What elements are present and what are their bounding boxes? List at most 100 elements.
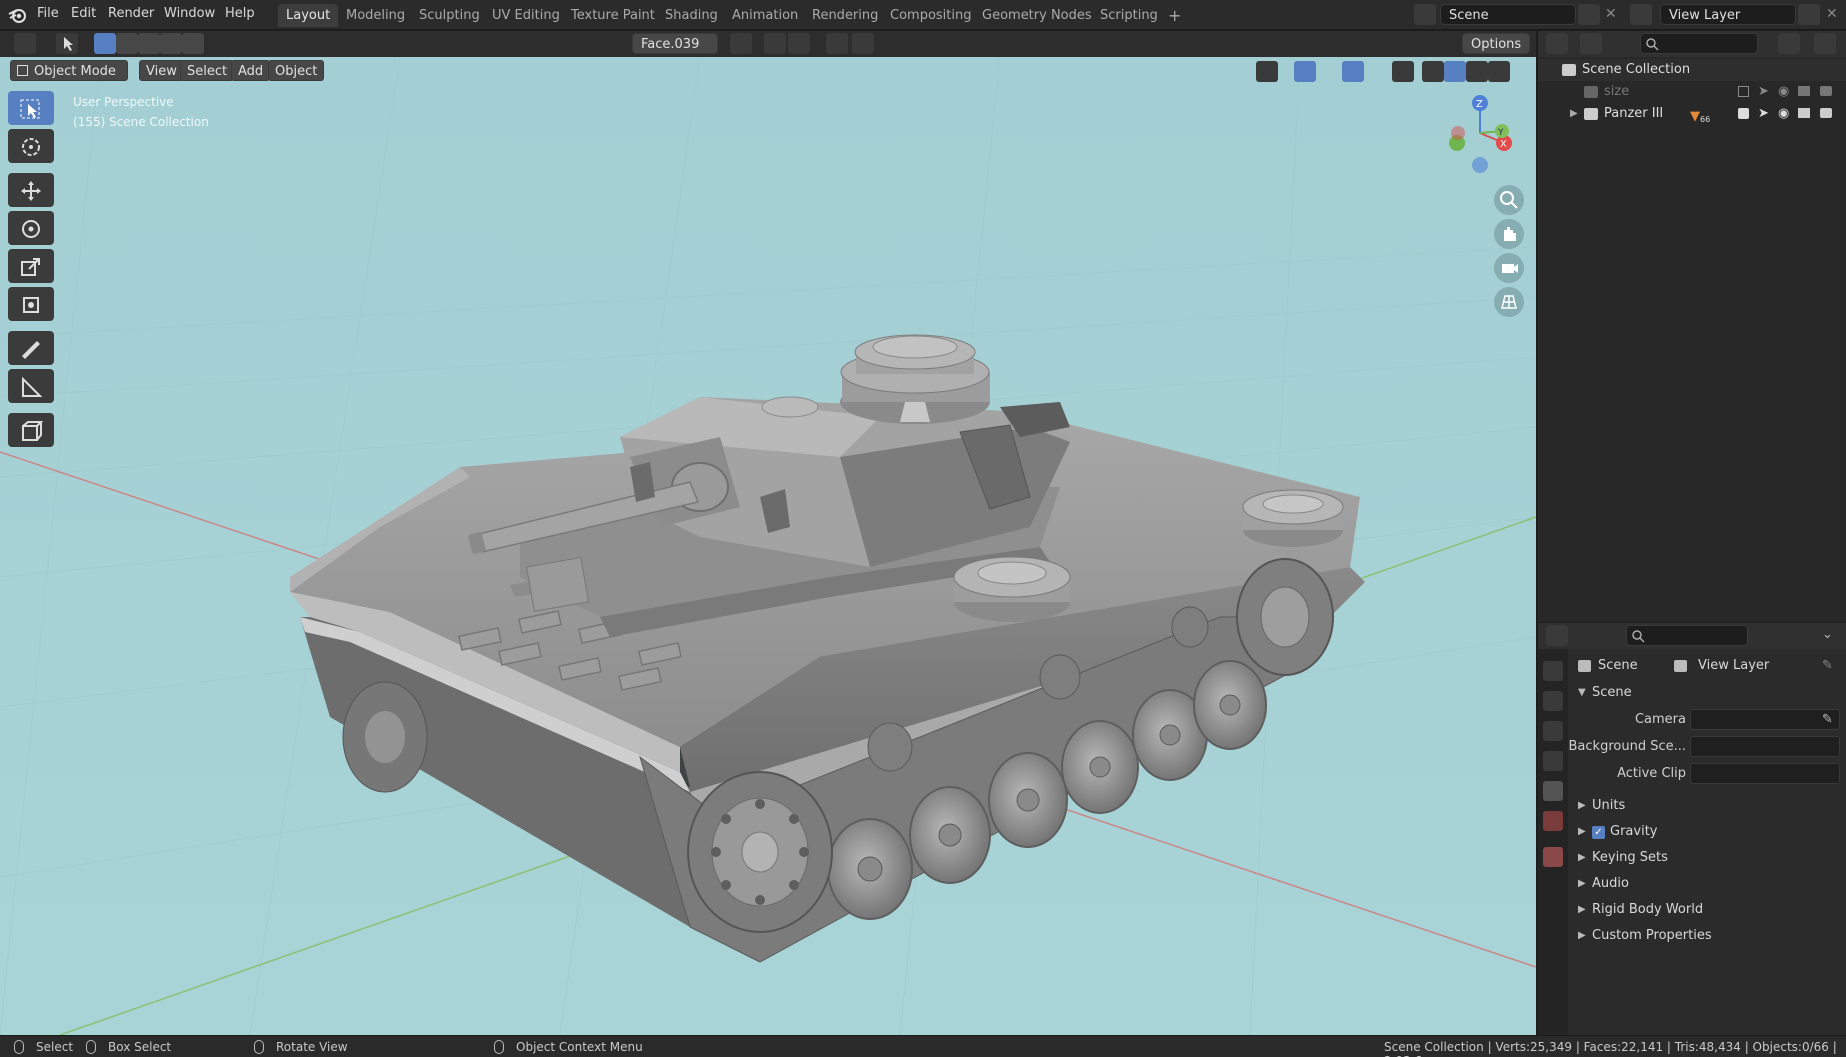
view-layer-selector[interactable]: View Layer	[1660, 4, 1796, 25]
tab-modeling[interactable]: Modeling	[338, 4, 413, 27]
options-dropdown[interactable]: Options	[1462, 33, 1530, 54]
eye-icon[interactable]: ◉	[1778, 81, 1789, 103]
background-scene-field[interactable]	[1690, 736, 1840, 757]
render-disable-icon[interactable]	[1820, 86, 1832, 96]
material-shading-icon[interactable]	[1466, 61, 1488, 82]
scene-selector[interactable]: Scene	[1440, 4, 1576, 25]
camera-field[interactable]	[1690, 709, 1840, 730]
rotate-tool[interactable]	[8, 211, 54, 245]
panel-audio[interactable]: ▶ Audio	[1568, 873, 1846, 895]
output-tab-icon[interactable]	[1543, 721, 1563, 741]
close-view-layer-icon[interactable]: ✕	[1826, 6, 1838, 22]
pan-hand-icon[interactable]	[1494, 219, 1524, 249]
scale-tool[interactable]	[8, 249, 54, 283]
annotate-tool[interactable]	[8, 331, 54, 365]
scene-section-header[interactable]: ▼ Scene	[1568, 682, 1846, 704]
exclude-checkbox[interactable]	[1738, 86, 1749, 97]
view-layer-tab-icon[interactable]	[1543, 751, 1563, 771]
eye-icon[interactable]: ◉	[1778, 103, 1789, 125]
tab-animation[interactable]: Animation	[724, 4, 806, 27]
viewport-disable-icon[interactable]	[1798, 108, 1810, 118]
add-menu[interactable]: Add	[231, 60, 271, 81]
panel-rigid-body-world[interactable]: ▶ Rigid Body World	[1568, 899, 1846, 921]
tab-shading[interactable]: Shading	[657, 4, 726, 27]
tab-layout[interactable]: Layout	[278, 4, 339, 27]
select-mode-extend-icon[interactable]	[116, 33, 138, 54]
outliner-row-size[interactable]: size ➤ ◉	[1538, 81, 1846, 103]
snap-target-icon[interactable]	[788, 33, 810, 54]
move-tool[interactable]	[8, 173, 54, 207]
3d-viewport[interactable]: User Perspective (155) Scene Collection	[0, 57, 1536, 1035]
visibility-icon[interactable]	[1256, 61, 1278, 82]
new-scene-icon[interactable]	[1578, 4, 1600, 25]
tab-rendering[interactable]: Rendering	[804, 4, 886, 27]
panel-keying-sets[interactable]: ▶ Keying Sets	[1568, 847, 1846, 869]
gravity-checkbox[interactable]: ✓	[1592, 826, 1605, 839]
solid-shading-icon[interactable]	[1444, 61, 1466, 82]
face-select-dropdown[interactable]: Face.039	[632, 33, 718, 54]
editor-type-icon[interactable]	[14, 33, 36, 54]
proportional-falloff-icon[interactable]	[852, 33, 874, 54]
add-cube-tool[interactable]	[8, 413, 54, 447]
properties-editor-type-icon[interactable]	[1546, 625, 1568, 646]
filter-icon[interactable]	[1778, 33, 1800, 54]
view-layer-browse-icon[interactable]	[1630, 4, 1652, 25]
cursor-tool-icon[interactable]	[56, 33, 78, 54]
cursor-tool[interactable]	[8, 129, 54, 163]
select-mode-subtract-icon[interactable]	[138, 33, 160, 54]
world-tab-icon[interactable]	[1543, 811, 1563, 831]
rendered-shading-icon[interactable]	[1488, 61, 1510, 82]
menu-edit[interactable]: Edit	[71, 6, 96, 21]
new-view-layer-icon[interactable]	[1798, 4, 1820, 25]
measure-tool[interactable]	[8, 369, 54, 403]
camera-view-icon[interactable]	[1494, 253, 1524, 283]
tab-compositing[interactable]: Compositing	[882, 4, 980, 27]
chevron-down-icon[interactable]: ⌄	[1822, 627, 1833, 642]
select-menu[interactable]: Select	[180, 60, 235, 81]
viewport-disable-icon[interactable]	[1798, 86, 1810, 96]
menu-window[interactable]: Window	[164, 6, 215, 21]
pin-icon[interactable]: ✎	[1822, 655, 1833, 677]
outliner-row-scene-collection[interactable]: Scene Collection	[1538, 59, 1846, 81]
menu-file[interactable]: File	[37, 6, 59, 21]
tab-uv-editing[interactable]: UV Editing	[484, 4, 568, 27]
overlay-toggle-icon[interactable]	[1342, 61, 1364, 82]
xray-toggle-icon[interactable]	[1392, 61, 1414, 82]
menu-render[interactable]: Render	[108, 6, 154, 21]
active-clip-field[interactable]	[1690, 763, 1840, 784]
panel-custom-properties[interactable]: ▶ Custom Properties	[1568, 925, 1846, 947]
outliner-row-panzer[interactable]: ▶ Panzer III ▼ 66 ➤ ◉	[1538, 103, 1846, 125]
snap-icon[interactable]	[764, 33, 786, 54]
gizmo-toggle-icon[interactable]	[1294, 61, 1316, 82]
select-mode-intersect-icon[interactable]	[182, 33, 204, 54]
scene-browse-icon[interactable]	[1414, 4, 1436, 25]
menu-help[interactable]: Help	[225, 6, 255, 21]
transform-tool[interactable]	[8, 287, 54, 321]
tab-scripting[interactable]: Scripting	[1092, 4, 1166, 27]
tab-texture-paint[interactable]: Texture Paint	[563, 4, 663, 27]
select-mode-invert-icon[interactable]	[160, 33, 182, 54]
tab-sculpting[interactable]: Sculpting	[411, 4, 488, 27]
wireframe-shading-icon[interactable]	[1422, 61, 1444, 82]
proportional-edit-icon[interactable]	[826, 33, 848, 54]
panel-gravity[interactable]: ▶ ✓ Gravity	[1568, 821, 1846, 843]
render-disable-icon[interactable]	[1820, 108, 1832, 118]
close-scene-icon[interactable]: ✕	[1605, 6, 1617, 22]
new-collection-icon[interactable]	[1814, 33, 1836, 54]
select-box-tool[interactable]	[8, 91, 54, 125]
scene-tab-icon[interactable]	[1543, 781, 1563, 801]
display-mode-icon[interactable]	[1580, 33, 1602, 54]
properties-search-input[interactable]	[1626, 625, 1748, 646]
panel-units[interactable]: ▶ Units	[1568, 795, 1846, 817]
texture-tab-icon[interactable]	[1543, 847, 1563, 867]
transform-pivot-icon[interactable]	[730, 33, 752, 54]
expand-arrow-icon[interactable]: ▶	[1570, 103, 1578, 125]
blender-logo-icon[interactable]	[8, 6, 28, 24]
zoom-icon[interactable]	[1494, 185, 1524, 215]
selectable-icon[interactable]: ➤	[1758, 103, 1769, 125]
ortho-grid-icon[interactable]	[1494, 287, 1524, 317]
object-mode-dropdown[interactable]: Object Mode	[10, 60, 128, 81]
view-menu[interactable]: View	[139, 60, 184, 81]
tab-geometry-nodes[interactable]: Geometry Nodes	[974, 4, 1100, 27]
object-menu[interactable]: Object	[268, 60, 325, 81]
